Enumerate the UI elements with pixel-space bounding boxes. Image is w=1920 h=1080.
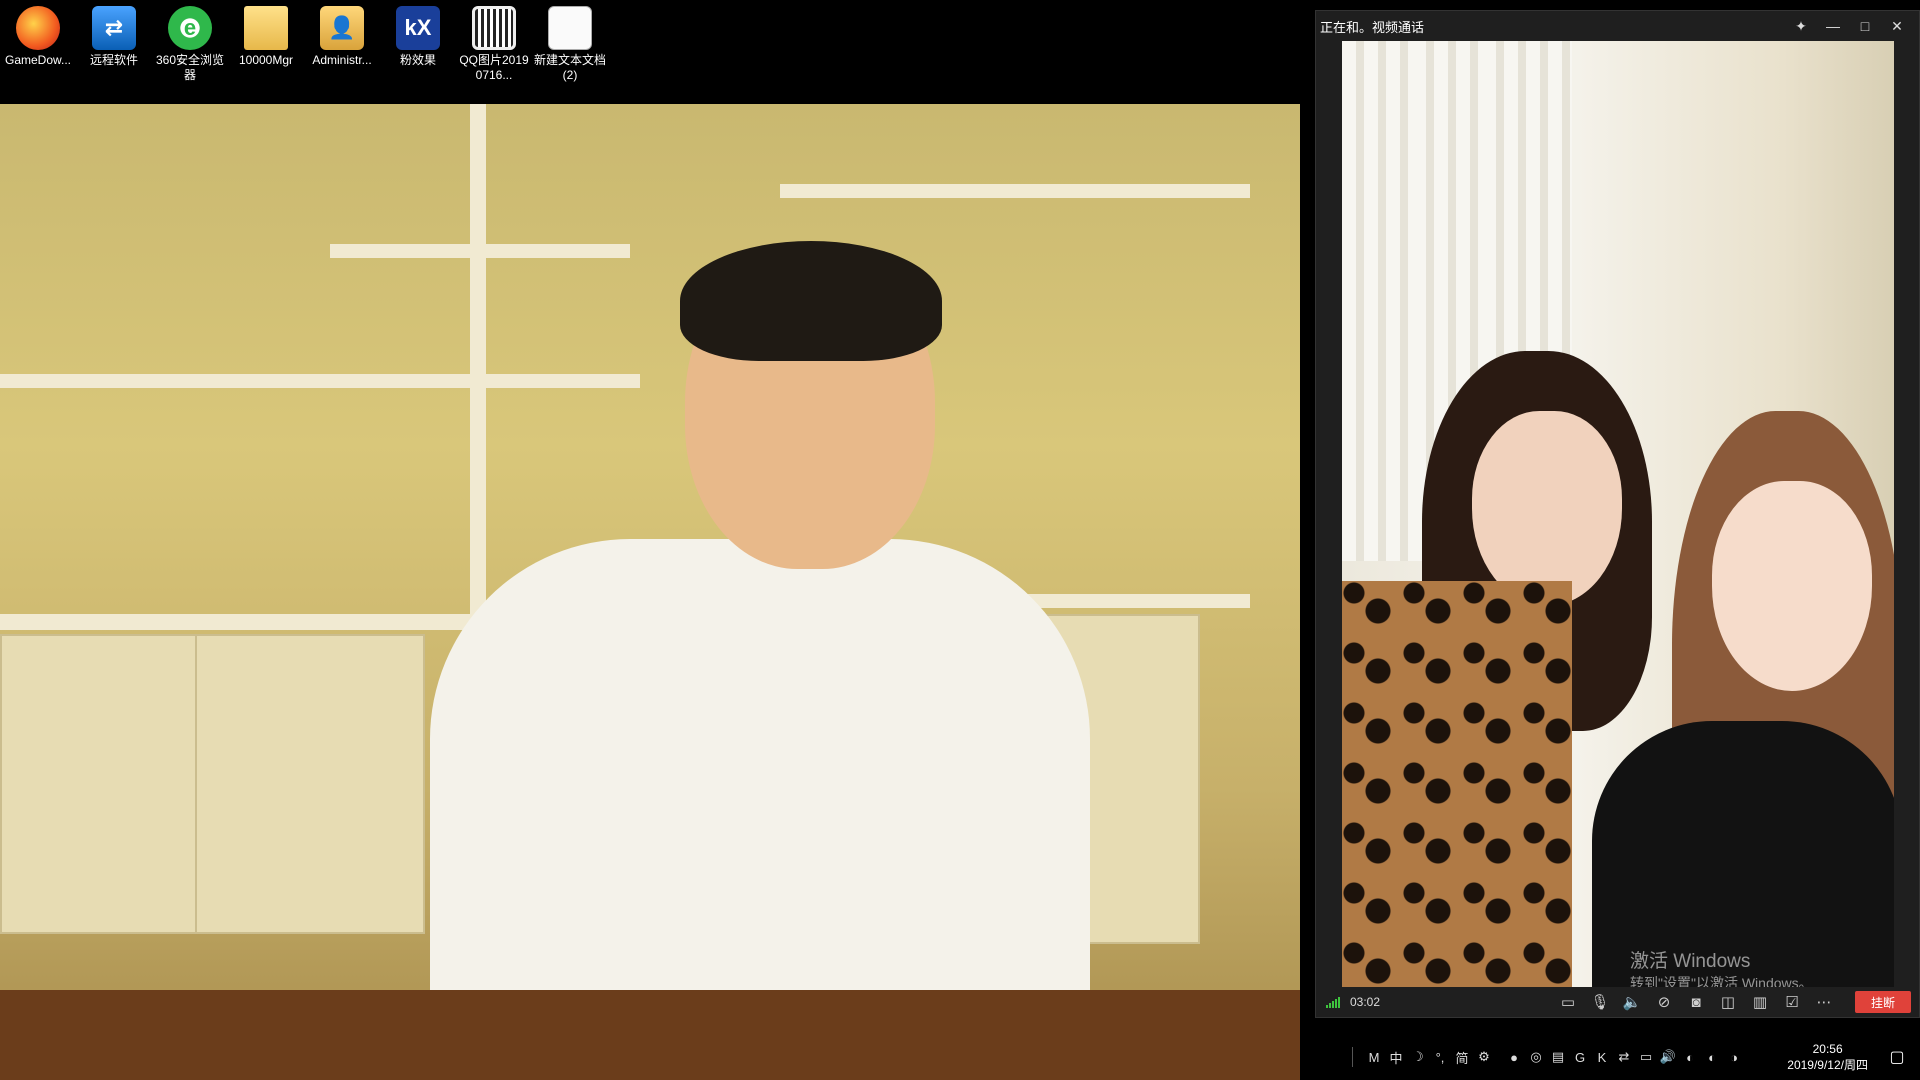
folder-icon: [244, 6, 288, 50]
qq-icon[interactable]: ◐: [1679, 1046, 1701, 1068]
desktop-icons: GameDow... ⇄ 远程软件 e 360安全浏览器 10000Mgr 👤 …: [0, 0, 640, 104]
more-icon[interactable]: ⋯: [1811, 991, 1837, 1013]
person-hair: [680, 241, 942, 361]
curtain: [1342, 41, 1412, 561]
screenshot-icon[interactable]: ◙: [1683, 991, 1709, 1013]
call-titlebar[interactable]: 正在和。视频通话 ✦ — □ ✕: [1316, 11, 1919, 41]
kx-tray-icon[interactable]: K: [1591, 1046, 1613, 1068]
hangup-button[interactable]: 挂断: [1854, 991, 1911, 1013]
speaker-icon[interactable]: 🔈: [1619, 991, 1645, 1013]
desktop-icon-gamedownload[interactable]: GameDow...: [0, 0, 76, 104]
qq-icon[interactable]: ◐: [1701, 1046, 1723, 1068]
remote-software-icon: ⇄: [92, 6, 136, 50]
g-app-icon[interactable]: G: [1569, 1046, 1591, 1068]
desktop-icon-kx[interactable]: kX 粉效果: [380, 0, 456, 104]
chat-icon[interactable]: ▭: [1555, 991, 1581, 1013]
taskbar-tray: M 中 ☽ °, 简 ⚙ ● ◎ ▤ G K ⇄ ▭ 🔊 ◐ ◐ ◑ 20:56…: [1300, 1034, 1920, 1080]
tray-separator: [1352, 1047, 1353, 1067]
local-camera-video: [0, 104, 1300, 1080]
shelf: [780, 184, 1250, 198]
punctuation-icon[interactable]: °,: [1429, 1046, 1451, 1068]
maximize-icon[interactable]: □: [1849, 11, 1881, 41]
close-icon[interactable]: ✕: [1881, 11, 1913, 41]
share-icon[interactable]: ☑: [1779, 991, 1805, 1013]
record-icon[interactable]: ◫: [1715, 991, 1741, 1013]
desktop-icon-remote-software[interactable]: ⇄ 远程软件: [76, 0, 152, 104]
game-icon: [16, 6, 60, 50]
cabinet-door: [0, 634, 200, 934]
minimize-icon[interactable]: —: [1817, 11, 1849, 41]
layout-icon[interactable]: ▥: [1747, 991, 1773, 1013]
clock-date: 2019/9/12/周四: [1787, 1058, 1868, 1072]
qq-browser-icon[interactable]: ●: [1503, 1046, 1525, 1068]
signal-strength-icon: [1326, 996, 1346, 1008]
ime-m-icon[interactable]: M: [1363, 1046, 1385, 1068]
call-controls-bar: 03:02 ▭ 🎙 🔈 ⊘ ◙ ◫ ▥ ☑ ⋯ 挂断: [1316, 987, 1919, 1017]
ime-simplified[interactable]: 简: [1451, 1046, 1473, 1068]
360-browser-icon: e: [168, 6, 212, 50]
moon-icon[interactable]: ☽: [1407, 1046, 1429, 1068]
clock-time: 20:56: [1812, 1042, 1843, 1056]
taskbar-clock[interactable]: 20:56 2019/9/12/周四: [1787, 1041, 1868, 1073]
desktop-icon-label: 粉效果: [399, 53, 436, 67]
call-window-title: 正在和。视频通话: [1320, 19, 1425, 35]
cabinet-door: [195, 634, 425, 934]
person-left-top: [1342, 581, 1572, 991]
user-folder-icon: 👤: [320, 6, 364, 50]
table: [0, 990, 1300, 1080]
call-control-group: ▭ 🎙 🔈 ⊘ ◙ ◫ ▥ ☑ ⋯: [1555, 991, 1837, 1013]
volume-icon[interactable]: 🔊: [1657, 1046, 1679, 1068]
desktop-icon-10000mgr[interactable]: 10000Mgr: [228, 0, 304, 104]
activate-windows-watermark: 激活 Windows 转到"设置"以激活 Windows。: [1630, 946, 1813, 991]
app-tray-icon[interactable]: ▤: [1547, 1046, 1569, 1068]
person: [430, 241, 1090, 1080]
desktop-icon-label: 新建文本文档(2): [533, 53, 606, 82]
qq-icon[interactable]: ◑: [1723, 1046, 1745, 1068]
desktop-icon-administrator[interactable]: 👤 Administr...: [304, 0, 380, 104]
notification-icon[interactable]: ▢: [1882, 1042, 1912, 1072]
desktop-icon-360-browser[interactable]: e 360安全浏览器: [152, 0, 228, 104]
desktop-icon-label: Administr...: [312, 53, 372, 67]
teamviewer-icon[interactable]: ⇄: [1613, 1046, 1635, 1068]
desktop-icon-new-text-doc[interactable]: 新建文本文档(2): [532, 0, 608, 104]
desktop-icon-label: 360安全浏览器: [155, 53, 225, 82]
desktop-icon-label: GameDow...: [4, 53, 72, 67]
person-right-face: [1712, 481, 1872, 691]
network-icon[interactable]: ▭: [1635, 1046, 1657, 1068]
call-timer: 03:02: [1350, 995, 1381, 1009]
microphone-icon[interactable]: 🎙: [1587, 991, 1613, 1013]
ime-mode[interactable]: 中: [1385, 1046, 1407, 1068]
desktop-icon-qq-image[interactable]: QQ图片20190716...: [456, 0, 532, 104]
watermark-title: 激活 Windows: [1630, 951, 1751, 972]
sync-icon[interactable]: ◎: [1525, 1046, 1547, 1068]
remote-video: 激活 Windows 转到"设置"以激活 Windows。: [1342, 41, 1894, 991]
qr-image-icon: [472, 6, 516, 50]
desktop-icon-label: QQ图片20190716...: [459, 53, 529, 82]
gear-icon[interactable]: ⚙: [1473, 1046, 1495, 1068]
pin-icon[interactable]: ✦: [1785, 11, 1817, 41]
video-call-window[interactable]: 正在和。视频通话 ✦ — □ ✕ 激活 Windows 转到"设置"以激活 Wi…: [1315, 10, 1920, 1018]
kx-icon: kX: [396, 6, 440, 50]
camera-off-icon[interactable]: ⊘: [1651, 991, 1677, 1013]
desktop-icon-label: 10000Mgr: [238, 53, 294, 67]
person-left-face: [1472, 411, 1622, 606]
desktop-icon-label: 远程软件: [89, 53, 138, 67]
text-document-icon: [548, 6, 592, 50]
